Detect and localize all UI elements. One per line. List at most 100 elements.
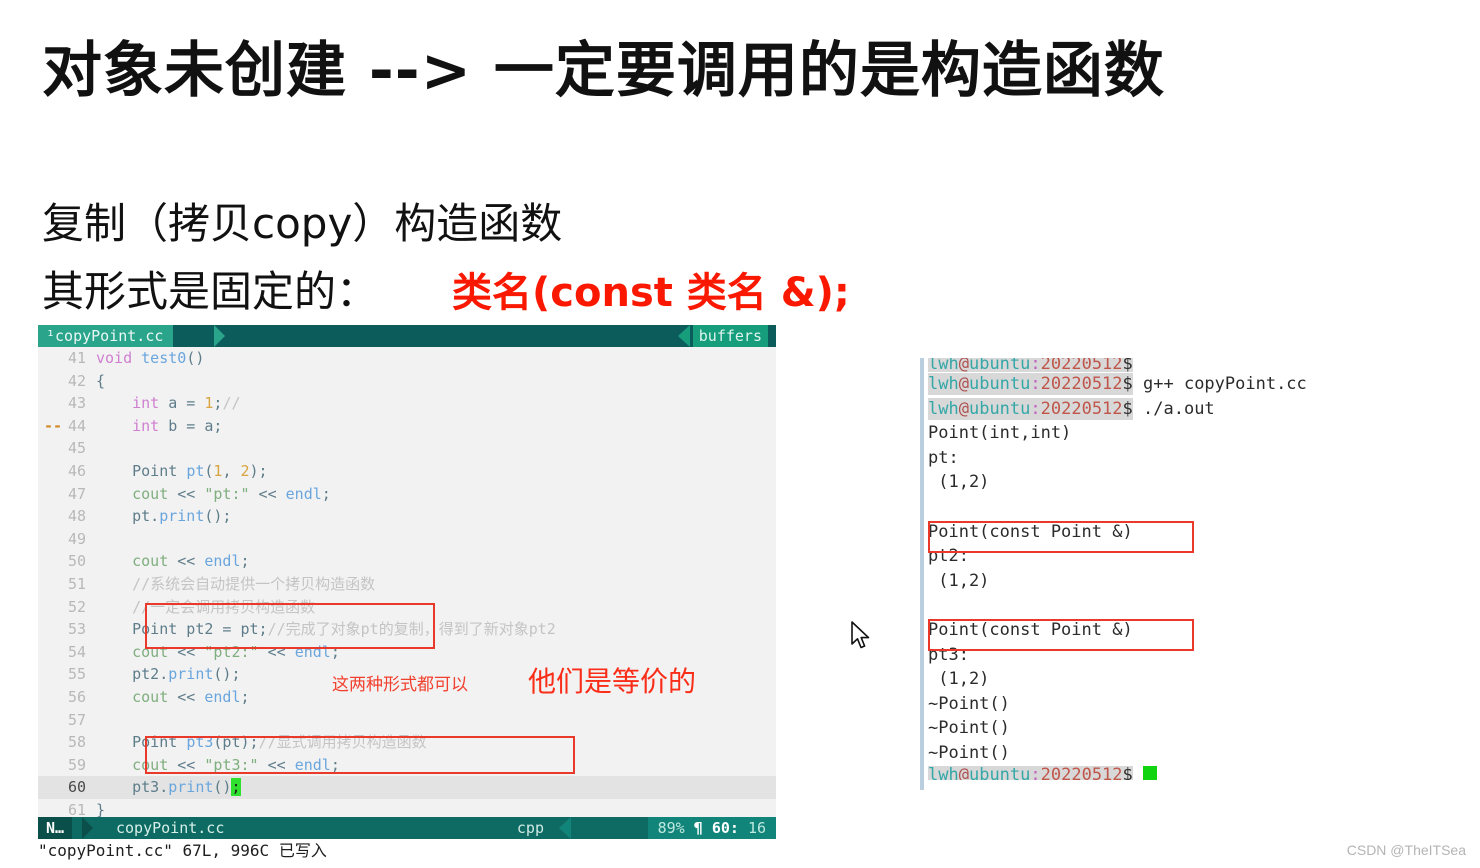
code-text: Point pt3(pt);//显式调用拷贝构造函数	[96, 733, 427, 752]
code-line[interactable]: 52 //一定会调用拷贝构造函数	[38, 596, 776, 619]
code-text: cout << "pt3:" << endl;	[132, 755, 340, 774]
line-number: 45	[67, 439, 86, 458]
shell-prompt: lwh@ubuntu:20220512$	[928, 358, 1133, 372]
vim-cursor-line: 60:	[711, 819, 739, 837]
terminal-prompt-line: lwh@ubuntu:20220512$ g++ copyPoint.cc	[928, 372, 1440, 397]
code-text: cout << "pt:" << endl;	[132, 484, 331, 503]
code-text: Point pt(1, 2);	[96, 461, 268, 480]
shell-prompt: lwh@ubuntu:20220512$	[928, 373, 1133, 395]
terminal-command: g++ copyPoint.cc	[1132, 374, 1307, 394]
terminal-output-line: Point(int,int)	[928, 423, 1072, 444]
code-text: void test0()	[96, 349, 205, 367]
annotation-equivalent: 他们是等价的	[528, 665, 697, 698]
code-line[interactable]: 59 cout << "pt3:" << endl;	[38, 754, 776, 777]
terminal-output-line: (1,2)	[928, 472, 990, 493]
subtitle-copy-constructor: 复制（拷贝copy）构造函数	[42, 199, 563, 248]
line-number: 48	[67, 507, 86, 526]
statusline-chevron-icon	[82, 817, 93, 839]
terminal-output-line: pt:	[928, 447, 959, 468]
code-line[interactable]: 48 pt.print();	[38, 505, 776, 528]
code-text: //系统会自动提供一个拷贝构造函数	[96, 574, 376, 593]
code-text: //一定会调用拷贝构造函数	[96, 597, 316, 616]
formula-signature-red: 类名(const 类名 &);	[452, 270, 850, 316]
terminal-output-line: pt2:	[928, 546, 969, 567]
subtitle-fixed-form: 其形式是固定的：	[42, 267, 379, 316]
tab-chevron-icon	[214, 325, 225, 347]
line-number: 57	[67, 710, 86, 729]
vim-statusline-right: 89% ¶ 60: 16	[647, 817, 776, 839]
code-text: cout << "pt2:" << endl;	[132, 642, 340, 661]
line-number: 54	[67, 642, 86, 661]
vim-tab-copypoint[interactable]: ¹copyPoint.cc	[38, 325, 174, 347]
terminal-output-line: ~Point()	[928, 693, 1010, 714]
code-line[interactable]: 45	[38, 437, 776, 460]
shell-prompt: lwh@ubuntu:20220512$	[928, 765, 1133, 780]
pilcrow-icon: ¶	[693, 819, 703, 837]
line-number: 60	[67, 778, 86, 797]
vim-buffers-label[interactable]: buffers	[692, 325, 768, 347]
line-number: 49	[67, 529, 86, 548]
vim-statusline: N… copyPoint.cc cpp 89% ¶ 60: 16	[38, 817, 776, 839]
code-text: int b = a;	[132, 416, 223, 435]
terminal-output-line: (1,2)	[928, 570, 990, 591]
shell-prompt: lwh@ubuntu:20220512$	[928, 397, 1133, 420]
code-line[interactable]: 46 Point pt(1, 2);	[38, 460, 776, 483]
vim-command-line: "copyPoint.cc" 67L, 996C 已写入	[38, 839, 776, 862]
vim-code-area[interactable]: 41 void test0() 42 {43 int a = 1;//-- 44 int…	[38, 347, 776, 819]
vim-cursor-column: 16	[747, 819, 766, 837]
terminal-output-panel[interactable]: lwh@ubuntu:20220512$ lwh@ubuntu:20220512$…	[920, 358, 1440, 790]
terminal-output-line: Point(const Point &)	[928, 619, 1133, 640]
terminal-output-line: ~Point()	[928, 718, 1010, 739]
annotation-both-forms-ok: 这两种形式都可以	[332, 675, 468, 695]
code-text: cout << endl;	[132, 552, 250, 571]
csdn-watermark: CSDN @TheITSea	[1346, 842, 1466, 858]
line-number: 52	[67, 597, 86, 616]
line-number: 56	[67, 687, 86, 706]
terminal-prompt-line: lwh@ubuntu:20220512$	[928, 358, 1440, 372]
terminal-output-line: ~Point()	[928, 742, 1010, 763]
code-text: Point pt2 = pt;//完成了对象pt的复制，得到了新对象pt2	[96, 620, 556, 639]
code-line[interactable]: 41 void test0()	[38, 347, 776, 370]
line-number: 50	[67, 552, 86, 571]
terminal-output-line: pt3:	[928, 644, 969, 665]
statusline-right-chevron-icon	[559, 817, 571, 839]
line-number: 59	[67, 755, 86, 774]
page-title: 对象未创建 --> 一定要调用的是构造函数	[42, 36, 1165, 106]
code-text: pt3.print();	[96, 778, 241, 797]
code-line[interactable]: -- 44 int b = a;	[38, 415, 776, 438]
vim-mode-indicator: N…	[38, 817, 73, 839]
code-text: {	[96, 371, 106, 390]
code-line[interactable]: 53 Point pt2 = pt;//完成了对象pt的复制，得到了新对象pt2	[38, 618, 776, 641]
code-line[interactable]: 49	[38, 528, 776, 551]
code-line[interactable]: 51 //系统会自动提供一个拷贝构造函数	[38, 573, 776, 596]
line-number: 46	[67, 461, 86, 480]
code-line[interactable]: 60 pt3.print();	[38, 776, 776, 799]
line-number: 47	[67, 484, 86, 503]
vim-filetype: cpp	[516, 819, 544, 837]
vim-tabline[interactable]: ¹copyPoint.cc buffers	[38, 325, 776, 347]
terminal-cursor	[1143, 765, 1158, 780]
line-number: 41	[67, 349, 86, 367]
code-line[interactable]: 58 Point pt3(pt);//显式调用拷贝构造函数	[38, 731, 776, 754]
buffers-chevron-icon	[678, 325, 690, 347]
line-number: 43	[67, 394, 86, 413]
line-number: 55	[67, 665, 86, 684]
terminal-output-line: (1,2)	[928, 669, 990, 690]
code-line[interactable]: 47 cout << "pt:" << endl;	[38, 483, 776, 506]
code-text: pt2.print();	[96, 665, 241, 684]
vim-editor-window[interactable]: ¹copyPoint.cc buffers 41 void test0() 42 {4…	[38, 325, 776, 862]
code-line[interactable]: 50 cout << endl;	[38, 550, 776, 573]
terminal-prompt-line: lwh@ubuntu:20220512$ ./a.out	[928, 397, 1440, 422]
fold-marker: --	[44, 416, 63, 435]
line-number: 51	[67, 574, 86, 593]
code-line[interactable]: 43 int a = 1;//	[38, 392, 776, 415]
mouse-cursor-icon	[851, 621, 870, 649]
code-text: pt.print();	[96, 507, 232, 526]
line-number: 42	[67, 371, 86, 390]
vim-scroll-percent: 89%	[657, 819, 685, 837]
code-line[interactable]: 42 {	[38, 370, 776, 393]
line-number: 58	[67, 733, 86, 752]
code-line[interactable]: 57	[38, 709, 776, 732]
